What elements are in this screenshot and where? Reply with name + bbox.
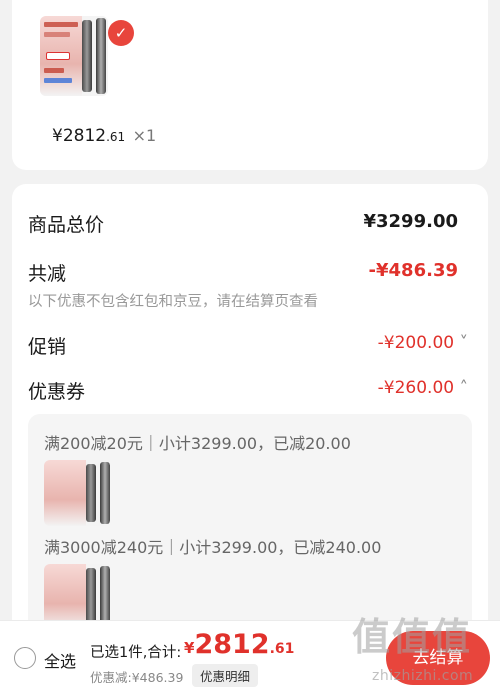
- total-price-label: 商品总价: [28, 214, 105, 236]
- total-price-value: ¥3299.00: [363, 211, 458, 232]
- item-price: ¥2812.61 ×1: [52, 126, 156, 146]
- product-poster: [40, 16, 82, 96]
- product-thumbnail[interactable]: [40, 16, 108, 96]
- coupon-label: 优惠券: [28, 381, 86, 403]
- item-quantity: ×1: [132, 126, 157, 145]
- coupon-value: -¥260.00: [377, 378, 455, 398]
- cart-item-card: ✓ ¥2812.61 ×1: [12, 0, 488, 170]
- promotion-label: 促销: [28, 336, 67, 358]
- checkout-total: ¥2812.61: [184, 629, 294, 660]
- reduction-note: 以下优惠不包含红包和京豆，请在结算页查看: [28, 294, 318, 310]
- door-lock-image: [96, 18, 106, 94]
- total-reduction-label: 共减: [28, 263, 67, 285]
- watermark-logo: 值值值: [352, 615, 473, 659]
- select-all-label[interactable]: 全选: [44, 648, 76, 672]
- discount-detail-button[interactable]: 优惠明细: [192, 664, 259, 687]
- discount-summary: 优惠减:¥486.39: [90, 670, 184, 685]
- coupon-rule-line: 满3000减240元｜小计3299.00，已减240.00: [44, 538, 382, 557]
- selected-check-icon[interactable]: ✓: [108, 20, 134, 46]
- checkout-total-dec: .61: [269, 641, 295, 657]
- watermark-site: zhizhizhi.com: [372, 668, 474, 684]
- total-reduction-value: -¥486.39: [368, 260, 458, 281]
- select-all-radio[interactable]: [14, 647, 36, 669]
- coupon-product-thumbnail: [44, 460, 110, 526]
- coupon-row-toggle[interactable]: -¥260.00 ˄: [378, 378, 468, 398]
- door-lock-image: [82, 20, 92, 92]
- item-price-int: ¥2812: [52, 126, 107, 146]
- promotion-value: -¥200.00: [377, 333, 455, 353]
- selected-summary: 已选1件,合计:: [90, 645, 182, 661]
- chevron-down-icon: ˅: [459, 333, 469, 353]
- checkout-total-int: 2812: [194, 629, 270, 660]
- item-price-dec: .61: [106, 130, 126, 144]
- promotion-row-toggle[interactable]: -¥200.00 ˅: [378, 333, 468, 353]
- chevron-up-icon: ˄: [459, 378, 469, 398]
- coupon-rule-line: 满200减20元｜小计3299.00，已减20.00: [44, 434, 351, 453]
- checkout-total-symbol: ¥: [184, 639, 195, 657]
